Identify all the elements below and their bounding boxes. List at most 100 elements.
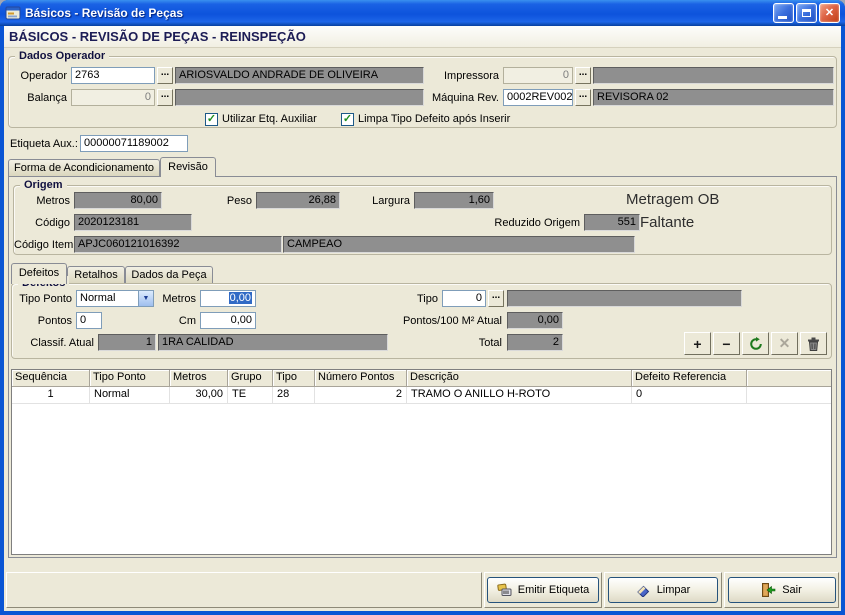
pontos-input[interactable]: 0 <box>76 312 102 329</box>
footer-panel-emitir: Emitir Etiqueta <box>484 572 602 608</box>
faltante-label: Faltante <box>640 214 694 231</box>
defeitos-metros-label: Metros <box>156 292 196 307</box>
sair-button[interactable]: Sair <box>728 577 836 603</box>
origem-legend: Origem <box>20 178 67 192</box>
defeitos-tipo-label: Tipo <box>398 292 438 307</box>
balanca-browse-button[interactable]: ... <box>157 89 173 106</box>
grid-col-grupo[interactable]: Grupo <box>228 370 273 387</box>
sair-label: Sair <box>782 584 802 596</box>
selected-text: 0,00 <box>229 292 252 304</box>
grid-col-defeito-referencia[interactable]: Defeito Referencia <box>632 370 747 387</box>
checkbox-label: Utilizar Etq. Auxiliar <box>222 113 317 125</box>
tipo-ponto-value: Normal <box>77 291 138 306</box>
chevron-down-icon[interactable]: ▼ <box>138 291 153 306</box>
codigo-item-field: APJC060121016392 <box>74 236 282 253</box>
titlebar[interactable]: Básicos - Revisão de Peças ✕ <box>0 0 845 26</box>
defeitos-grid: Sequência Tipo Ponto Metros Grupo Tipo N… <box>11 369 832 555</box>
cell-filler <box>747 387 831 404</box>
app-icon[interactable] <box>5 5 21 21</box>
origem-peso-label: Peso <box>206 194 252 209</box>
grid-data-row[interactable]: 1 Normal 30,00 TE 28 2 TRAMO O ANILLO H-… <box>12 387 831 404</box>
classif-atual-field: 1 <box>98 334 156 351</box>
refresh-button[interactable] <box>742 332 769 355</box>
tab-revisao[interactable]: Revisão <box>160 157 216 177</box>
window-content: BÁSICOS - REVISÃO DE PEÇAS - REINSPEÇÃO … <box>4 26 841 611</box>
maquina-rev-browse-button[interactable]: ... <box>575 89 591 106</box>
impressora-browse-button[interactable]: ... <box>575 67 591 84</box>
grid-col-numero-pontos[interactable]: Número Pontos <box>315 370 407 387</box>
grid-col-tipo[interactable]: Tipo <box>273 370 315 387</box>
etiqueta-aux-label: Etiqueta Aux.: <box>10 137 78 152</box>
cell-descricao: TRAMO O ANILLO H-ROTO <box>407 387 632 404</box>
footer-panel-sair: Sair <box>724 572 839 608</box>
maquina-rev-code-input[interactable]: 0002REV002 <box>503 89 573 106</box>
cell-grupo: TE <box>228 387 273 404</box>
grid-col-sequencia[interactable]: Sequência <box>12 370 90 387</box>
tab-dados-da-peca[interactable]: Dados da Peça <box>125 266 213 284</box>
etiqueta-aux-input[interactable]: 00000071189002 <box>80 135 188 152</box>
maximize-button[interactable] <box>796 3 817 23</box>
ellipsis-icon: ... <box>579 67 587 78</box>
trash-icon <box>807 337 820 351</box>
balanca-code-input: 0 <box>71 89 155 106</box>
operador-code-input[interactable]: 2763 <box>71 67 155 84</box>
grid-col-metros[interactable]: Metros <box>170 370 228 387</box>
tab-retalhos[interactable]: Retalhos <box>67 266 125 284</box>
grid-col-descricao[interactable]: Descrição <box>407 370 632 387</box>
grid-header-row: Sequência Tipo Ponto Metros Grupo Tipo N… <box>12 370 831 387</box>
cell-sequencia: 1 <box>12 387 90 404</box>
limpar-button[interactable]: Limpar <box>608 577 718 603</box>
remove-defeito-button[interactable]: − <box>713 332 740 355</box>
balanca-label: Balança <box>15 91 67 106</box>
balanca-name-field <box>175 89 424 106</box>
close-icon: ✕ <box>825 8 834 19</box>
tag-printer-icon <box>497 583 512 597</box>
cancel-button: ✕ <box>771 332 798 355</box>
operador-browse-button[interactable]: ... <box>157 67 173 84</box>
close-button[interactable]: ✕ <box>819 3 840 23</box>
classif-atual-label: Classif. Atual <box>14 336 94 351</box>
refresh-icon <box>749 337 763 351</box>
minus-icon: − <box>722 336 730 352</box>
checkbox-utilizar-etq-auxiliar[interactable]: ✓ Utilizar Etq. Auxiliar <box>205 112 317 126</box>
checkmark-icon: ✓ <box>343 114 352 125</box>
cell-numero-pontos: 2 <box>315 387 407 404</box>
pontos-100-field: 0,00 <box>507 312 563 329</box>
page-title: BÁSICOS - REVISÃO DE PEÇAS - REINSPEÇÃO <box>4 26 841 48</box>
pontos-100-label: Pontos/100 M² Atual <box>318 314 502 329</box>
maquina-rev-name-field: REVISORA 02 <box>593 89 834 106</box>
footer-panel-limpar: Limpar <box>604 572 722 608</box>
impressora-code-input: 0 <box>503 67 573 84</box>
checkbox-box: ✓ <box>205 113 218 126</box>
checkbox-limpa-tipo-defeito[interactable]: ✓ Limpa Tipo Defeito após Inserir <box>341 112 510 126</box>
codigo-item-label: Código Item <box>14 238 70 253</box>
eraser-icon <box>636 583 651 597</box>
minimize-icon <box>778 16 787 19</box>
defeitos-tipo-input[interactable]: 0 <box>442 290 486 307</box>
cm-input[interactable]: 0,00 <box>200 312 256 329</box>
defeitos-tipo-browse-button[interactable]: ... <box>488 290 504 307</box>
grid-col-tipo-ponto[interactable]: Tipo Ponto <box>90 370 170 387</box>
cell-defeito-referencia: 0 <box>632 387 747 404</box>
origem-largura-label: Largura <box>356 194 410 209</box>
tipo-ponto-select[interactable]: Normal ▼ <box>76 290 154 307</box>
defeitos-metros-input[interactable]: 0,00 <box>200 290 256 307</box>
cell-tipo: 28 <box>273 387 315 404</box>
footer-filler-panel <box>6 572 482 608</box>
add-defeito-button[interactable]: + <box>684 332 711 355</box>
revisao-tab-panel: Origem Metros 80,00 Peso 26,88 Largura 1… <box>8 176 837 558</box>
pontos-label: Pontos <box>26 314 72 329</box>
delete-all-button[interactable] <box>800 332 827 355</box>
tab-defeitos[interactable]: Defeitos <box>11 263 67 284</box>
classif-atual-descricao-field: 1RA CALIDAD <box>158 334 388 351</box>
limpar-label: Limpar <box>657 584 691 596</box>
reduzido-origem-field: 551 <box>584 214 640 231</box>
app-window: Básicos - Revisão de Peças ✕ BÁSICOS - R… <box>0 0 845 615</box>
minimize-button[interactable] <box>773 3 794 23</box>
maquina-rev-label: Máquina Rev. <box>423 91 499 106</box>
cancel-x-icon: ✕ <box>779 335 791 352</box>
origem-metros-label: Metros <box>16 194 70 209</box>
emitir-etiqueta-button[interactable]: Emitir Etiqueta <box>487 577 599 603</box>
tab-forma-de-acondicionamento[interactable]: Forma de Acondicionamento <box>8 159 160 176</box>
total-field: 2 <box>507 334 563 351</box>
